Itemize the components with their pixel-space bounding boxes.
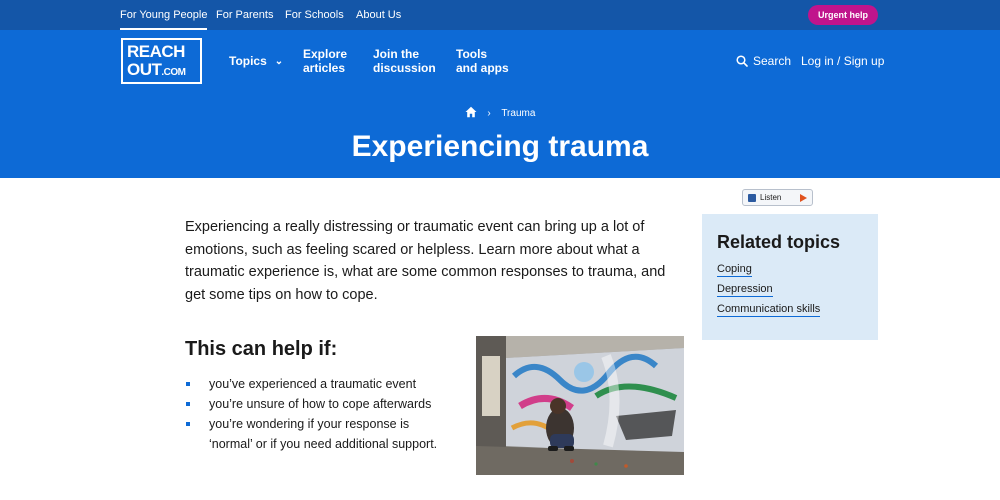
audience-schools-link[interactable]: For Schools (285, 0, 344, 30)
speaker-icon (748, 194, 756, 202)
related-topics-panel: Related topics Coping Depression Communi… (702, 214, 878, 340)
search-link[interactable]: Search (753, 54, 791, 68)
graffiti-photo-image (476, 336, 684, 475)
audience-bar: For Young People For Parents For Schools… (0, 0, 1000, 30)
article-photo (476, 336, 684, 475)
home-icon[interactable] (465, 106, 477, 118)
chevron-down-icon: ⌄ (274, 56, 284, 67)
chevron-right-icon: › (487, 108, 491, 119)
related-link-coping[interactable]: Coping (717, 263, 863, 277)
audience-young-people-link[interactable]: For Young People (120, 0, 208, 30)
page-title: Experiencing trauma (351, 130, 649, 163)
about-us-link[interactable]: About Us (356, 0, 401, 30)
breadcrumb: › Trauma (0, 106, 1000, 119)
intro-paragraph: Experiencing a really distressing or tra… (185, 219, 666, 303)
listen-button[interactable]: Listen (742, 189, 813, 206)
list-item: you’re unsure of how to cope afterwards (185, 394, 445, 414)
list-item: you’re wondering if your response is ‘no… (185, 414, 445, 454)
nav-join-discussion[interactable]: Join the discussion (373, 47, 436, 75)
nav-topics[interactable]: Topics ⌄ (229, 54, 283, 70)
urgent-help-button[interactable]: Urgent help (808, 5, 878, 25)
related-link-depression[interactable]: Depression (717, 283, 863, 297)
play-icon (800, 194, 807, 202)
main-nav: REACH OUT.COM Topics ⌄ Explore articles J… (0, 30, 1000, 92)
nav-explore-articles[interactable]: Explore articles (303, 47, 347, 75)
breadcrumb-current: Trauma (501, 108, 536, 119)
help-list: you’ve experienced a traumatic event you… (185, 374, 445, 454)
login-signup-link[interactable]: Log in / Sign up (801, 54, 884, 68)
page-hero: › Trauma Experiencing trauma (0, 92, 1000, 178)
search-icon[interactable] (736, 55, 748, 67)
related-topics-heading: Related topics (717, 232, 841, 252)
reachout-logo[interactable]: REACH OUT.COM (121, 38, 202, 84)
related-link-communication-skills[interactable]: Communication skills (717, 303, 863, 317)
help-heading: This can help if: (185, 338, 338, 360)
nav-tools-apps[interactable]: Tools and apps (456, 47, 509, 75)
list-item: you’ve experienced a traumatic event (185, 374, 445, 394)
audience-parents-link[interactable]: For Parents (216, 0, 273, 30)
